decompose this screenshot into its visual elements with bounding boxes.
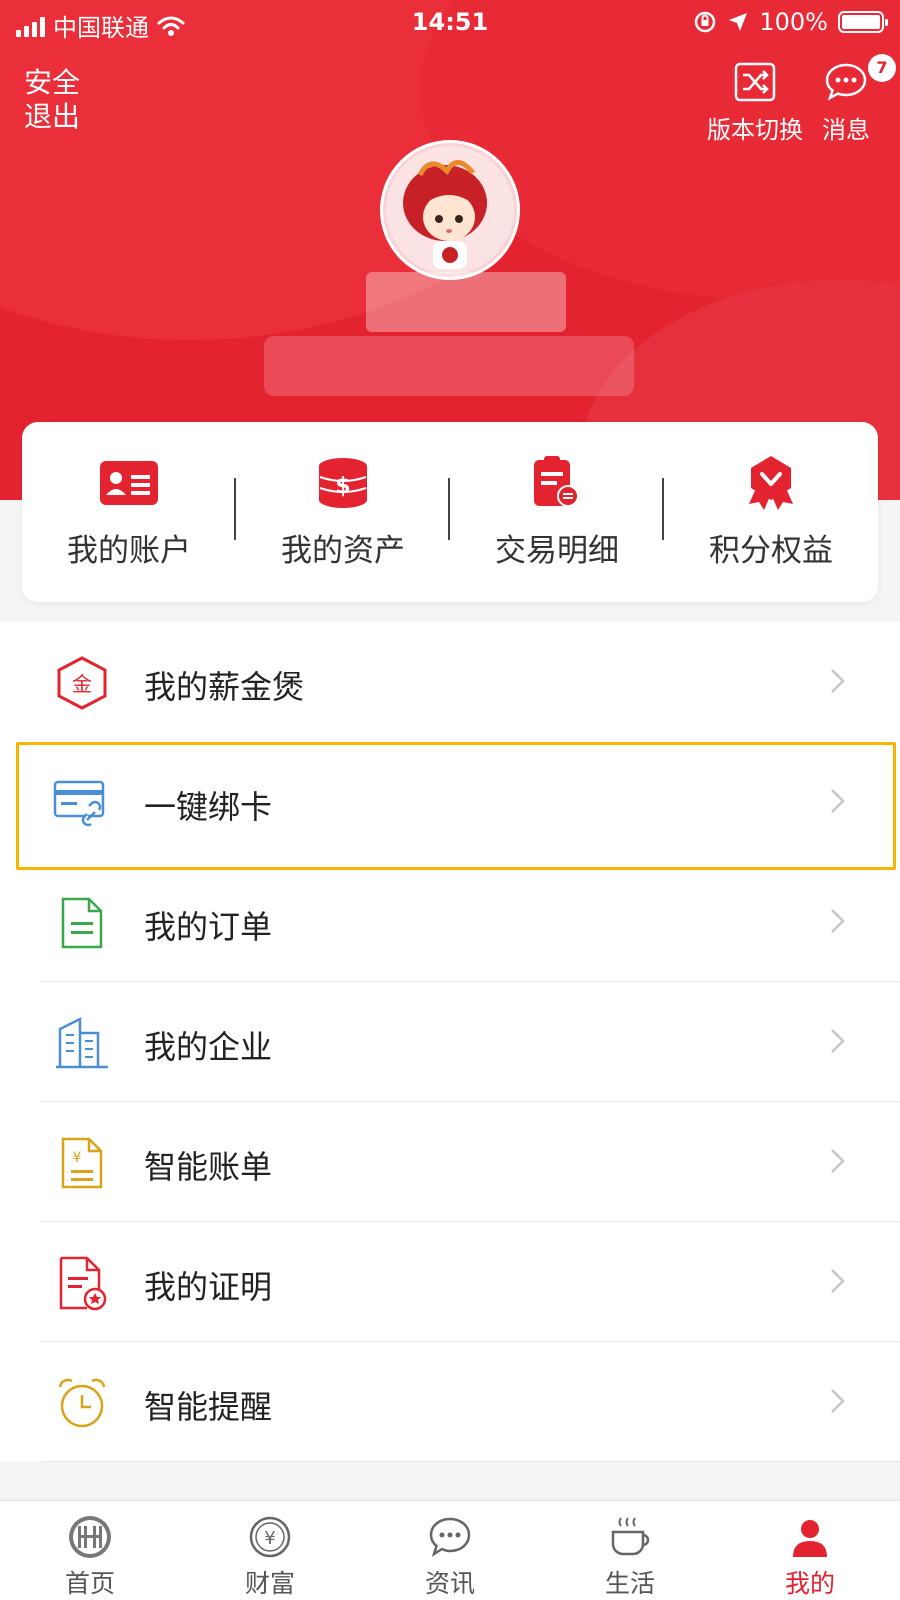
tab-life[interactable]: 生活 [540, 1501, 720, 1600]
menu-item-my-certificates[interactable]: 我的证明 [0, 1222, 900, 1342]
menu-item-label: 智能提醒 [144, 1388, 273, 1426]
certificate-icon [59, 1256, 107, 1311]
menu-item-label: 我的企业 [144, 1028, 273, 1066]
message-bubble-icon [825, 63, 867, 101]
location-arrow-icon [729, 13, 748, 31]
card-link-icon [53, 780, 105, 827]
tab-label: 生活 [604, 1569, 655, 1598]
alarm-clock-icon [58, 1378, 106, 1428]
order-document-icon [61, 897, 103, 949]
messages-label: 消息 [822, 116, 870, 144]
tab-mine[interactable]: 我的 [720, 1501, 900, 1600]
menu-item-one-click-bind-card[interactable]: 一键绑卡 [0, 742, 900, 862]
award-ribbon-icon [749, 455, 793, 510]
quick-action-my-assets[interactable]: $ 我的资产 [236, 422, 450, 602]
menu-item-my-orders[interactable]: 我的订单 [0, 862, 900, 982]
menu-item-label: 我的订单 [144, 908, 273, 946]
svg-text:$: $ [335, 474, 350, 499]
status-bar: 中国联通 14:51 100% [0, 0, 900, 46]
quick-action-transaction-details[interactable]: 交易明细 [450, 422, 664, 602]
chevron-right-icon [831, 1149, 845, 1173]
chevron-right-icon [831, 1269, 845, 1293]
menu-item-label: 智能账单 [144, 1148, 273, 1186]
home-logo-icon [69, 1515, 111, 1558]
coin-stack-icon: $ [319, 457, 367, 508]
tab-label: 我的 [784, 1569, 835, 1598]
chevron-right-icon [831, 1389, 845, 1413]
divider [42, 1461, 900, 1462]
menu-item-label: 我的薪金煲 [144, 668, 305, 706]
quick-action-points-rights[interactable]: 积分权益 [664, 422, 878, 602]
username-masked [366, 272, 566, 332]
quick-action-label: 我的账户 [67, 532, 191, 569]
building-icon [56, 1016, 108, 1069]
tab-news[interactable]: 资讯 [360, 1501, 540, 1600]
tab-label: 资讯 [424, 1569, 475, 1598]
version-switch-label: 版本切换 [707, 116, 803, 144]
chevron-right-icon [831, 1029, 845, 1053]
messages-button[interactable]: 7 消息 [806, 54, 896, 145]
chevron-right-icon [831, 669, 845, 693]
quick-action-label: 积分权益 [709, 532, 833, 569]
tab-home[interactable]: 首页 [0, 1501, 180, 1600]
tab-wealth[interactable]: ¥ 财富 [180, 1501, 360, 1600]
tab-label: 财富 [244, 1569, 295, 1598]
gold-hexagon-icon: 金 [57, 656, 107, 710]
chat-bubble-icon [429, 1517, 471, 1557]
chevron-right-icon [831, 909, 845, 933]
chevron-right-icon [831, 789, 845, 813]
battery-percent: 100% [759, 8, 828, 36]
quick-action-my-account[interactable]: 我的账户 [22, 422, 236, 602]
message-count-badge: 7 [868, 54, 896, 82]
quick-action-label: 我的资产 [281, 532, 405, 569]
tab-label: 首页 [64, 1569, 115, 1598]
battery-icon [838, 11, 888, 33]
yuan-coin-icon: ¥ [249, 1516, 291, 1557]
quick-actions-card: 我的账户 $ 我的资产 交易明细 积分权益 [22, 422, 878, 602]
menu-item-my-enterprise[interactable]: 我的企业 [0, 982, 900, 1102]
bill-yuan-char: ¥ [73, 1150, 82, 1166]
version-switch-button[interactable]: 版本切换 [700, 60, 810, 145]
menu-item-salary-treasure[interactable]: 金 我的薪金煲 [0, 622, 900, 742]
quick-action-label: 交易明细 [495, 532, 619, 569]
avatar[interactable] [380, 140, 520, 280]
menu-item-label: 一键绑卡 [144, 788, 273, 826]
orientation-lock-icon [695, 11, 716, 33]
menu-item-smart-bill[interactable]: ¥ 智能账单 [0, 1102, 900, 1222]
user-icon [793, 1519, 827, 1557]
account-info-masked [264, 336, 634, 396]
logout-button[interactable]: 安全 退出 [24, 66, 94, 134]
coffee-cup-icon [611, 1516, 650, 1555]
menu-item-label: 我的证明 [144, 1268, 273, 1306]
gold-icon-char: 金 [72, 672, 92, 696]
shuffle-icon [734, 62, 776, 102]
mascot-avatar-icon [386, 146, 514, 274]
bottom-tab-bar: 首页 ¥ 财富 资讯 生活 我的 [0, 1500, 900, 1600]
transaction-list-icon [534, 455, 579, 507]
id-card-icon [100, 460, 158, 505]
yuan-bill-icon: ¥ [61, 1137, 103, 1189]
menu-list: 金 我的薪金煲 一键绑卡 我的订单 我的企业 ¥ 智能账单 我的证明 智能提醒 [0, 622, 900, 1462]
coin-yuan-char: ¥ [264, 1528, 275, 1549]
menu-item-smart-reminder[interactable]: 智能提醒 [0, 1342, 900, 1462]
